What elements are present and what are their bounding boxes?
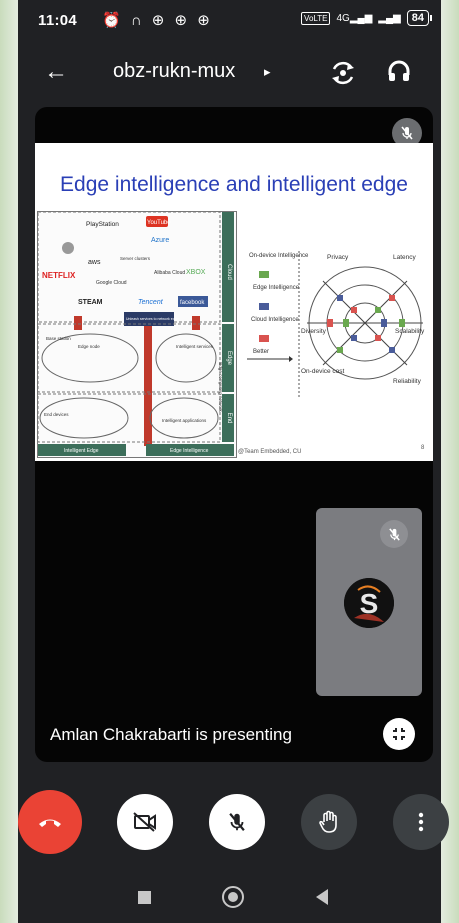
platform-netflix: NETFLIX [42, 271, 76, 280]
intelligent-edge-label: Intelligent Edge [64, 448, 99, 454]
tier-cloud-label: Cloud [226, 264, 232, 280]
back-triangle-icon[interactable] [316, 889, 328, 905]
collapse-icon [393, 728, 405, 740]
volte-icon: VoLTE [301, 11, 331, 25]
headphones-icon[interactable] [386, 58, 412, 84]
back-arrow-icon[interactable]: ← [44, 58, 68, 86]
signal-icon-2: ▂▄▆ [378, 12, 401, 24]
signal-icon: 4G▂▄▆ [336, 12, 373, 24]
videocam-off-icon [133, 812, 156, 832]
slide-right-figure: On-device Intelligence Edge Intelligence… [243, 247, 431, 399]
slide-left-figure: Cloud Edge End Edge computing network Pl… [37, 211, 237, 458]
more-options-button[interactable] [393, 794, 449, 850]
edge-intelligence-label: Edge Intelligence [170, 448, 209, 454]
collapse-button[interactable] [383, 718, 415, 750]
unleash-text: Unleash services to network edge [126, 317, 179, 321]
slide-page-number: 8 [421, 445, 425, 451]
slide-title: Edge intelligence and intelligent edge [60, 173, 408, 196]
legend-edge: Edge Intelligence [253, 285, 300, 291]
platform-tencent: Tencent [138, 299, 164, 306]
battery-icon: 84 [406, 10, 433, 26]
network-type: 4G [336, 12, 350, 24]
call-controls [18, 778, 449, 868]
self-mic-off-indicator [380, 520, 408, 548]
tier-end-label: End [226, 413, 232, 424]
avatar-letter: S [360, 588, 379, 619]
home-icon[interactable] [222, 886, 244, 908]
status-time: 11:04 [38, 12, 78, 29]
switch-camera-icon[interactable] [330, 60, 356, 86]
presenting-label: Amlan Chakrabarti is presenting [50, 725, 292, 744]
axis-diversity: Diversity [301, 328, 327, 335]
intelligent-apps-label: Intelligent applications [162, 418, 207, 423]
axis-reliability: Reliability [393, 378, 422, 385]
axis-latency: Latency [393, 254, 417, 261]
platform-google-cloud: Google Cloud [96, 280, 127, 286]
legend-better: Better [253, 349, 269, 355]
platform-alibaba: Alibaba Cloud [154, 270, 185, 276]
edge-network-diagram: Cloud Edge End Edge computing network Pl… [37, 211, 234, 456]
platform-youtube: YouTube [147, 220, 171, 226]
tier-edge-label: Edge [226, 351, 232, 366]
base-station-label: Base station [46, 336, 71, 341]
top-bar: ← obz-rukn-mux ▸ [18, 48, 441, 98]
platform-playstation: PlayStation [86, 221, 119, 228]
platform-steam: STEAM [78, 299, 103, 306]
status-right: VoLTE 4G▂▄▆ ▂▄▆ 84 [301, 10, 433, 26]
status-bar: 11:04 ⏰ ∩ ⊕ ⊕ ⊕ VoLTE 4G▂▄▆ ▂▄▆ 84 [18, 0, 441, 42]
avatar: S [344, 578, 394, 628]
mic-off-icon [388, 527, 400, 541]
axis-on-device-cost: On-device cost [301, 368, 345, 375]
camera-toggle-button[interactable] [117, 794, 173, 850]
phone-hangup-icon [39, 819, 61, 827]
legend-on-device: On-device Intelligence [249, 253, 309, 259]
end-devices-label: End devices [44, 412, 69, 417]
presentation-stage: Edge intelligence and intelligent edge C… [35, 107, 433, 762]
mic-off-icon [401, 126, 413, 140]
more-vertical-icon [418, 812, 424, 832]
caret-right-icon[interactable]: ▸ [264, 64, 271, 80]
self-video-tile[interactable]: S [316, 508, 422, 696]
platform-server-clusters: Server clusters [120, 256, 151, 261]
hand-icon [319, 810, 337, 833]
comparison-radar-diagram: On-device Intelligence Edge Intelligence… [247, 251, 425, 397]
platform-facebook: facebook [180, 300, 205, 306]
meeting-code[interactable]: obz-rukn-mux [113, 60, 235, 83]
intelligent-services-label: Intelligent services [176, 344, 214, 349]
axis-privacy: Privacy [327, 254, 349, 261]
platform-azure: Azure [151, 237, 169, 244]
slide-footer: @Team Embedded, CU [238, 449, 302, 455]
end-call-button[interactable] [18, 790, 82, 854]
shared-slide[interactable]: Edge intelligence and intelligent edge C… [35, 143, 433, 461]
raise-hand-button[interactable] [301, 794, 357, 850]
platform-aws: aws [88, 259, 101, 266]
mic-toggle-button[interactable] [209, 794, 265, 850]
mic-off-icon [229, 813, 245, 831]
apple-icon [62, 242, 74, 254]
axis-scalability: Scalability [395, 328, 425, 335]
notification-icons: ⏰ ∩ ⊕ ⊕ ⊕ [102, 12, 213, 29]
recents-icon[interactable] [138, 891, 151, 904]
edge-node-label: Edge node [78, 344, 100, 349]
android-nav-bar [18, 868, 441, 923]
platform-xbox: XBOX [186, 269, 206, 276]
legend-cloud: Cloud Intelligence [251, 317, 299, 323]
